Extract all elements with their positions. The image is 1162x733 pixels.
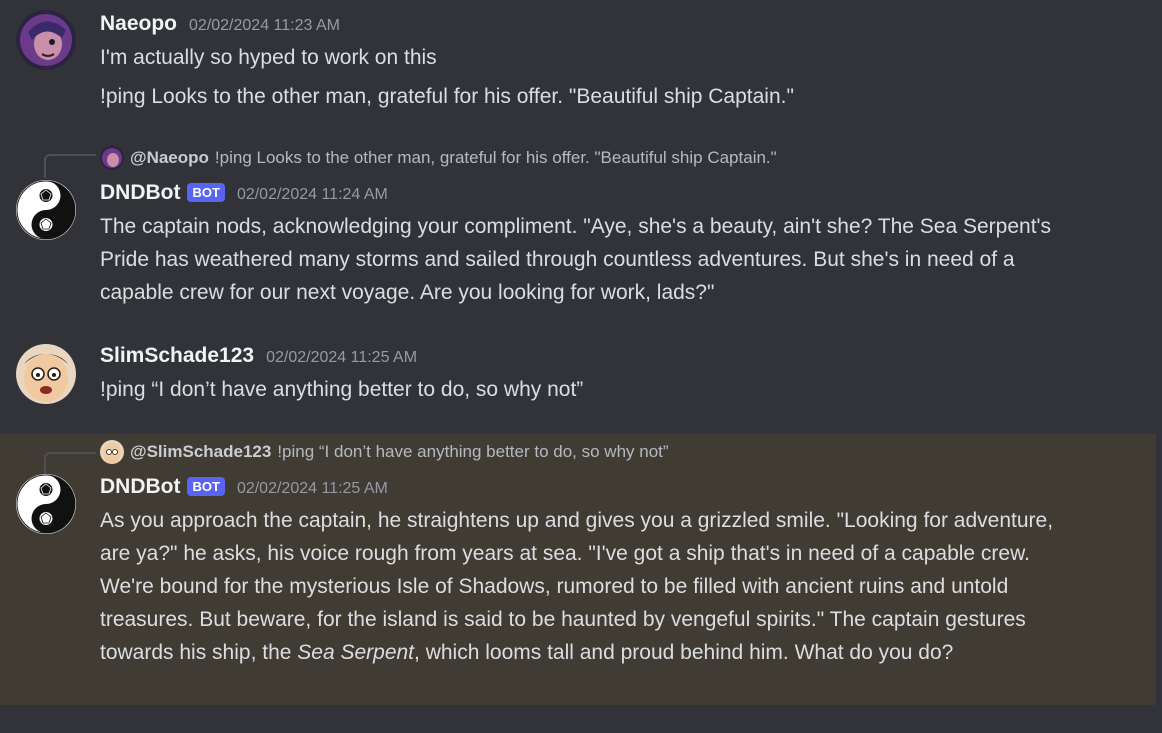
reply-avatar xyxy=(100,146,124,170)
bot-tag: BOT xyxy=(187,477,225,496)
message-content: As you approach the captain, he straight… xyxy=(100,504,1076,669)
timestamp[interactable]: 02/02/2024 11:24 AM xyxy=(237,186,388,204)
reply-context[interactable]: @SlimSchade123 !ping “I don’t have anyth… xyxy=(100,440,669,464)
author-name[interactable]: SlimSchade123 xyxy=(100,344,254,368)
author-name[interactable]: DNDBot xyxy=(100,475,180,499)
avatar-slimschade123[interactable] xyxy=(16,344,76,404)
message-content: I'm actually so hyped to work on this !p… xyxy=(100,41,1082,113)
message-line: !ping Looks to the other man, grateful f… xyxy=(100,85,794,108)
author-name[interactable]: DNDBot xyxy=(100,181,180,205)
message-dndbot-1: @Naeopo !ping Looks to the other man, gr… xyxy=(0,138,1162,318)
reply-author[interactable]: @Naeopo xyxy=(130,148,209,168)
message-line: I'm actually so hyped to work on this xyxy=(100,46,437,69)
reply-spine xyxy=(44,154,96,178)
bot-tag: BOT xyxy=(187,183,225,202)
message-slimschade123: SlimSchade123 02/02/2024 11:25 AM !ping … xyxy=(0,330,1162,420)
author-name[interactable]: Naeopo xyxy=(100,12,177,36)
reply-context[interactable]: @Naeopo !ping Looks to the other man, gr… xyxy=(100,146,777,170)
reply-text[interactable]: !ping “I don’t have anything better to d… xyxy=(277,442,668,462)
reply-spine xyxy=(44,452,96,476)
message-text: , which looms tall and proud behind him.… xyxy=(414,641,954,664)
avatar-dndbot[interactable] xyxy=(16,474,76,534)
message-content: !ping “I don’t have anything better to d… xyxy=(100,378,584,401)
timestamp[interactable]: 02/02/2024 11:25 AM xyxy=(266,349,417,367)
message-text-italic: Sea Serpent xyxy=(297,641,415,664)
avatar-naeopo[interactable] xyxy=(16,10,76,70)
message-content: The captain nods, acknowledging your com… xyxy=(100,215,1052,304)
message-naeopo: Naeopo 02/02/2024 11:23 AM I'm actually … xyxy=(0,0,1162,120)
yin-yang-dice-icon xyxy=(16,474,76,534)
message-dndbot-2: @SlimSchade123 !ping “I don’t have anyth… xyxy=(0,434,1156,705)
reply-text[interactable]: !ping Looks to the other man, grateful f… xyxy=(215,148,777,168)
avatar-dndbot[interactable] xyxy=(16,180,76,240)
reply-avatar xyxy=(100,440,124,464)
reply-author[interactable]: @SlimSchade123 xyxy=(130,442,271,462)
timestamp[interactable]: 02/02/2024 11:25 AM xyxy=(237,480,388,498)
yin-yang-dice-icon xyxy=(16,180,76,240)
timestamp[interactable]: 02/02/2024 11:23 AM xyxy=(189,17,340,35)
